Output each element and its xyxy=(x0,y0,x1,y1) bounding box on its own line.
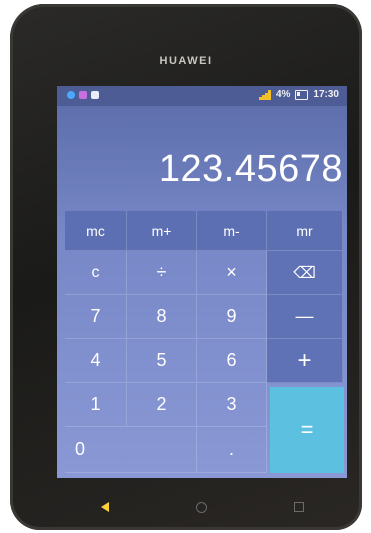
digit-8-button[interactable]: 8 xyxy=(127,295,197,339)
back-icon xyxy=(101,502,110,512)
notification-app-icon xyxy=(79,91,87,99)
m-minus-button[interactable]: m- xyxy=(197,211,267,251)
recent-apps-icon xyxy=(293,502,304,512)
digit-5-button[interactable]: 5 xyxy=(127,339,197,383)
notification-icons xyxy=(67,91,99,99)
digit-3-button[interactable]: 3 xyxy=(197,383,267,427)
screen: 4% 17:30 123.45678 mc m+ m- mr c ÷ × ⌫ 7… xyxy=(57,86,347,478)
backspace-button[interactable]: ⌫ xyxy=(267,251,343,295)
digit-4-button[interactable]: 4 xyxy=(65,339,127,383)
digit-0-button[interactable]: 0 xyxy=(65,427,197,473)
plus-button[interactable]: + xyxy=(267,339,343,383)
digit-1-button[interactable]: 1 xyxy=(65,383,127,427)
battery-icon xyxy=(295,89,309,100)
divide-button[interactable]: ÷ xyxy=(127,251,197,295)
recent-apps-button[interactable] xyxy=(288,496,310,518)
clear-button[interactable]: c xyxy=(65,251,127,295)
navigation-bar xyxy=(57,492,347,522)
clock: 17:30 xyxy=(313,89,339,100)
phone-frame: HUAWEI 4% 17:30 123.45678 mc m+ m- mr c … xyxy=(10,4,362,530)
keypad: mc m+ m- mr c ÷ × ⌫ 7 8 9 — 4 5 6 + 1 2 … xyxy=(65,211,345,476)
multiply-button[interactable]: × xyxy=(197,251,267,295)
mc-button[interactable]: mc xyxy=(65,211,127,251)
notification-message-icon xyxy=(91,91,99,99)
digit-7-button[interactable]: 7 xyxy=(65,295,127,339)
status-bar: 4% 17:30 xyxy=(57,86,347,106)
home-icon xyxy=(196,501,208,513)
digit-2-button[interactable]: 2 xyxy=(127,383,197,427)
home-button[interactable] xyxy=(191,496,213,518)
digit-9-button[interactable]: 9 xyxy=(197,295,267,339)
mr-button[interactable]: mr xyxy=(267,211,343,251)
result-display: 123.45678 xyxy=(158,148,343,190)
digit-6-button[interactable]: 6 xyxy=(197,339,267,383)
decimal-button[interactable]: . xyxy=(197,427,267,473)
equals-button[interactable]: = xyxy=(270,387,344,473)
notification-app-icon xyxy=(67,91,75,99)
brand-logo: HUAWEI xyxy=(159,55,213,67)
signal-icon xyxy=(258,89,271,100)
minus-button[interactable]: — xyxy=(267,295,343,339)
status-indicators: 4% 17:30 xyxy=(258,89,339,100)
back-button[interactable] xyxy=(94,496,116,518)
m-plus-button[interactable]: m+ xyxy=(127,211,197,251)
battery-percent: 4% xyxy=(275,89,291,100)
